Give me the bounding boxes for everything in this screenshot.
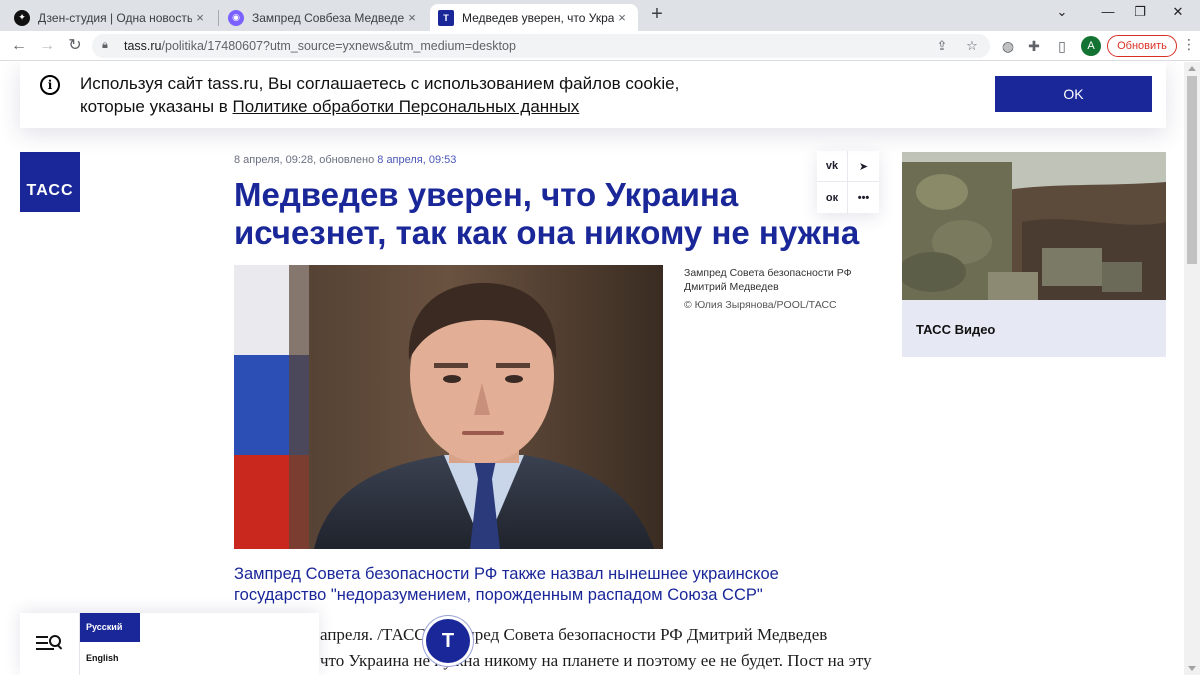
- menu-search-icon[interactable]: [36, 633, 64, 653]
- photo-caption: Зампред Совета безопасности РФ Дмитрий М…: [684, 266, 874, 312]
- side-panel-icon[interactable]: ▯: [1052, 37, 1072, 55]
- info-icon: i: [40, 75, 60, 95]
- video-card-label[interactable]: ТАСС Видео: [916, 322, 995, 337]
- updated-label: обновлено: [319, 154, 375, 166]
- restore-button[interactable]: ❐: [1126, 4, 1154, 22]
- menu-language-panel: Русский English: [20, 613, 319, 675]
- caption-text: Зампред Совета безопасности РФ Дмитрий М…: [684, 267, 852, 293]
- tab-yandex-news[interactable]: ◉ Зампред Совбеза Медведев зая… ×: [220, 4, 428, 31]
- extensions-puzzle-icon[interactable]: ✚: [1024, 37, 1044, 55]
- article-dates: 8 апреля, 09:28, обновлено 8 апреля, 09:…: [234, 154, 456, 166]
- article-photo: [234, 265, 663, 549]
- close-icon[interactable]: ×: [404, 10, 420, 25]
- portrait-photo: [234, 265, 663, 549]
- article-body: апреля. /ТАСС/. Зампред Совета безопасно…: [234, 622, 894, 674]
- extension-icon[interactable]: ◍: [998, 37, 1018, 55]
- tab-dzen-studio[interactable]: ✦ Дзен-студия | Одна новость и к… ×: [6, 4, 216, 31]
- tab-search-chevron-icon[interactable]: ⌄: [1048, 4, 1076, 22]
- tab-title: Зампред Совбеза Медведев зая…: [252, 10, 404, 25]
- cookie-ok-button[interactable]: OK: [995, 76, 1152, 112]
- tab-title: Медведев уверен, что Украина…: [462, 10, 614, 25]
- url-text[interactable]: tass.ru/politika/17480607?utm_source=yxn…: [124, 39, 516, 53]
- article-title: Медведев уверен, что Украина исчезнет, т…: [234, 176, 860, 251]
- scroll-thumb[interactable]: [1187, 76, 1197, 264]
- privacy-policy-link[interactable]: Политике обработки Персональных данных: [233, 97, 580, 116]
- profile-avatar[interactable]: A: [1081, 36, 1101, 56]
- update-button[interactable]: Обновить: [1107, 35, 1177, 57]
- scroll-up-arrow-icon[interactable]: [1188, 66, 1196, 71]
- tass-floating-button[interactable]: T: [426, 619, 470, 663]
- url-path: /politika/17480607?utm_source=yxnews&utm…: [161, 39, 516, 53]
- browser-toolbar: ← → ↻ 🔒︎ tass.ru/politika/17480607?utm_s…: [0, 31, 1200, 61]
- cookie-banner: i Используя сайт tass.ru, Вы соглашаетес…: [20, 62, 1166, 128]
- back-button[interactable]: ←: [8, 36, 30, 56]
- scroll-down-arrow-icon[interactable]: [1188, 666, 1196, 671]
- language-english[interactable]: English: [86, 653, 119, 663]
- tass-icon: T: [438, 9, 454, 26]
- bookmark-star-icon[interactable]: ☆: [962, 37, 982, 55]
- window-close-button[interactable]: ✕: [1164, 4, 1192, 22]
- dzen-icon: ✦: [14, 9, 30, 26]
- new-tab-button[interactable]: +: [647, 4, 667, 25]
- body-line: апреля. /ТАСС/. Зампред Совета безопасно…: [320, 625, 828, 644]
- photo-credit: © Юлия Зырянова/POOL/ТАСС: [684, 299, 837, 311]
- cookie-text: Используя сайт tass.ru, Вы соглашаетесь …: [80, 72, 680, 118]
- tass-video-card[interactable]: ТАСС Видео: [902, 152, 1166, 357]
- tab-title: Дзен-студия | Одна новость и к…: [38, 10, 192, 25]
- close-icon[interactable]: ×: [192, 10, 208, 25]
- article-lead: Зампред Совета безопасности РФ также наз…: [234, 565, 779, 604]
- lock-icon[interactable]: 🔒︎: [102, 39, 108, 52]
- url-host: tass.ru: [124, 39, 162, 53]
- published-date: 8 апреля, 09:28,: [234, 154, 317, 166]
- minimize-button[interactable]: —: [1094, 4, 1122, 22]
- updated-date: 8 апреля, 09:53: [377, 154, 457, 166]
- video-thumbnail[interactable]: [902, 152, 1166, 300]
- reload-button[interactable]: ↻: [64, 36, 86, 56]
- share-page-icon[interactable]: ⇪: [932, 37, 952, 55]
- tab-separator: [218, 10, 219, 26]
- body-line: что Украина не нужна никому на планете и…: [320, 651, 872, 670]
- forward-button[interactable]: →: [36, 36, 58, 56]
- page-viewport: ТАСС 8 апреля, 09:28, обновлено 8 апреля…: [0, 62, 1184, 675]
- tass-logo[interactable]: ТАСС: [20, 152, 80, 212]
- yandex-news-icon: ◉: [228, 9, 244, 26]
- page-scrollbar[interactable]: [1184, 62, 1200, 675]
- tab-tass-article[interactable]: T Медведев уверен, что Украина… ×: [430, 4, 638, 31]
- tab-strip: ✦ Дзен-студия | Одна новость и к… × ◉ За…: [0, 0, 1200, 31]
- language-russian[interactable]: Русский: [80, 613, 140, 642]
- browser-menu-icon[interactable]: ⋮: [1182, 36, 1196, 53]
- close-icon[interactable]: ×: [614, 10, 630, 25]
- video-thumbnail-image: [902, 152, 1166, 300]
- address-bar[interactable]: 🔒︎ tass.ru/politika/17480607?utm_source=…: [92, 34, 990, 58]
